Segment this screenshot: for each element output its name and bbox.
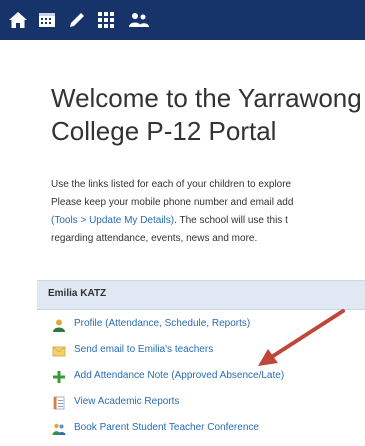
intro-text: Use the links listed for each of your ch… xyxy=(51,176,365,248)
student-panel-header: Emilia KATZ xyxy=(37,280,365,310)
report-icon xyxy=(53,396,65,410)
conference-icon xyxy=(52,423,66,435)
people-icon[interactable] xyxy=(127,11,151,29)
page-title-line-1: Welcome to the Yarrawong xyxy=(51,83,362,113)
intro-line-3-rest: . The school will use this t xyxy=(174,215,288,226)
add-attendance-note-link[interactable]: Add Attendance Note (Approved Absence/La… xyxy=(74,370,284,381)
profile-link[interactable]: Profile (Attendance, Schedule, Reports) xyxy=(74,318,250,329)
intro-line-4: regarding attendance, events, news and m… xyxy=(51,233,258,244)
email-link-row[interactable]: Send email to Emilia's teachers xyxy=(52,342,365,368)
home-icon[interactable] xyxy=(8,11,28,29)
academic-reports-link-row[interactable]: View Academic Reports xyxy=(52,394,365,420)
top-navigation-bar xyxy=(0,0,365,40)
calendar-icon[interactable] xyxy=(37,11,57,29)
attendance-note-link-row[interactable]: Add Attendance Note (Approved Absence/La… xyxy=(52,368,365,394)
grid-icon[interactable] xyxy=(96,11,116,29)
profile-link-row[interactable]: Profile (Attendance, Schedule, Reports) xyxy=(52,316,365,342)
intro-line-2: Please keep your mobile phone number and… xyxy=(51,197,294,208)
intro-line-1: Use the links listed for each of your ch… xyxy=(51,179,292,190)
view-academic-reports-link[interactable]: View Academic Reports xyxy=(74,396,179,407)
email-icon xyxy=(52,346,66,357)
update-details-link[interactable]: (Tools > Update My Details) xyxy=(51,215,174,226)
book-conference-link[interactable]: Book Parent Student Teacher Conference xyxy=(74,422,259,433)
intro-line-3: (Tools > Update My Details). The school … xyxy=(51,212,365,230)
student-name: Emilia KATZ xyxy=(48,288,107,299)
page-title: Welcome to the Yarrawong College P-12 Po… xyxy=(51,82,365,148)
student-links-list: Profile (Attendance, Schedule, Reports) … xyxy=(52,316,365,446)
pencil-icon[interactable] xyxy=(67,11,87,29)
email-teachers-link[interactable]: Send email to Emilia's teachers xyxy=(74,344,213,355)
add-icon xyxy=(53,371,65,383)
conference-link-row[interactable]: Book Parent Student Teacher Conference xyxy=(52,420,365,446)
page-title-line-2: College P-12 Portal xyxy=(51,116,277,146)
profile-icon xyxy=(53,319,65,332)
